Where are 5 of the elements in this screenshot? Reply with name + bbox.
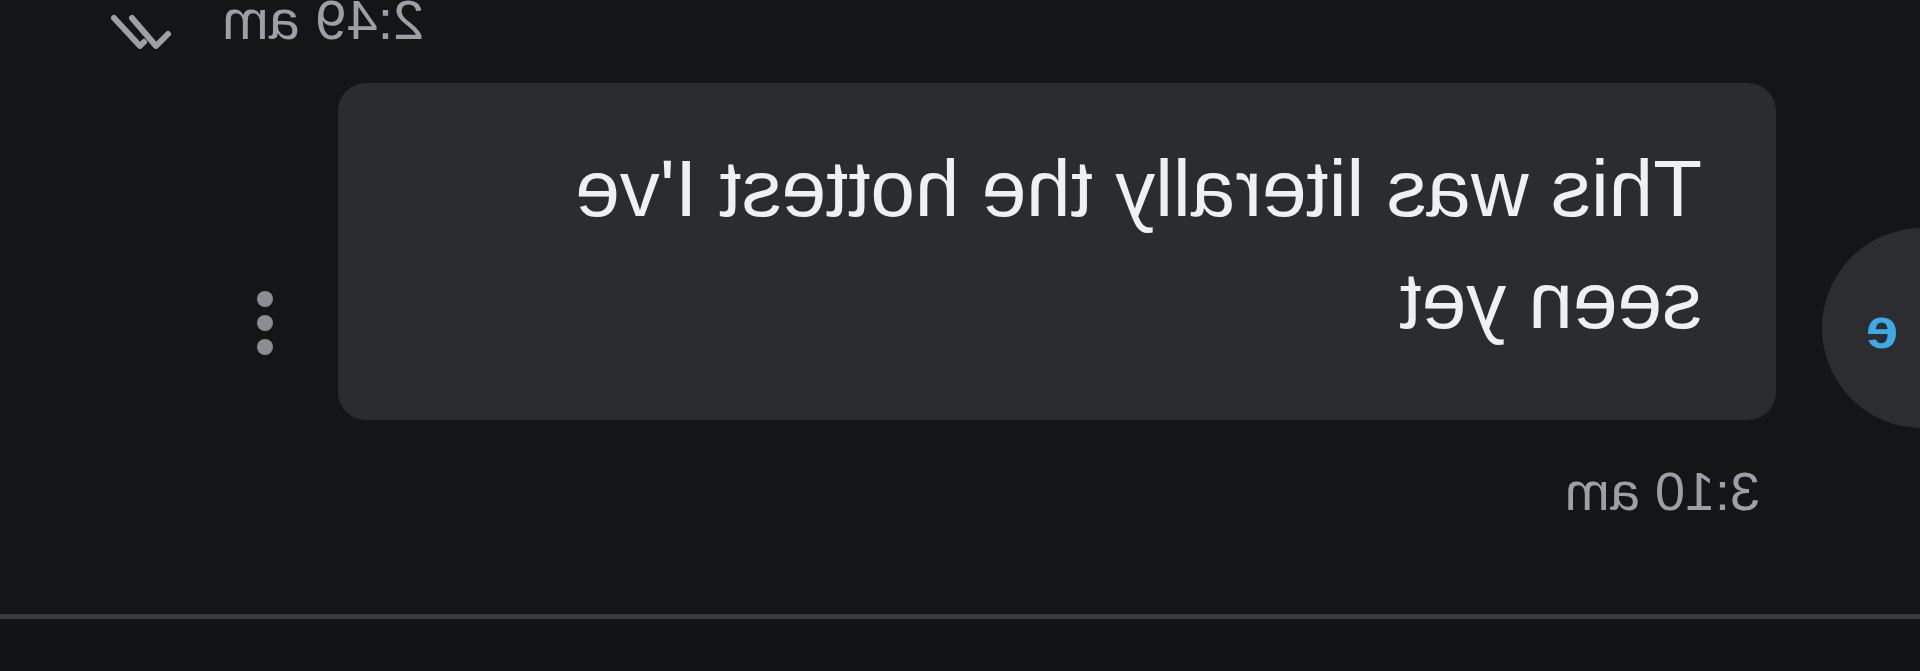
avatar-initials: e [1866, 299, 1899, 357]
more-options-icon[interactable] [255, 290, 275, 356]
timestamp: 2:49 am [222, 0, 425, 53]
timestamp: 3:10 am [1564, 461, 1760, 521]
message-text: This was literally the hottest I've seen yet [574, 143, 1702, 347]
